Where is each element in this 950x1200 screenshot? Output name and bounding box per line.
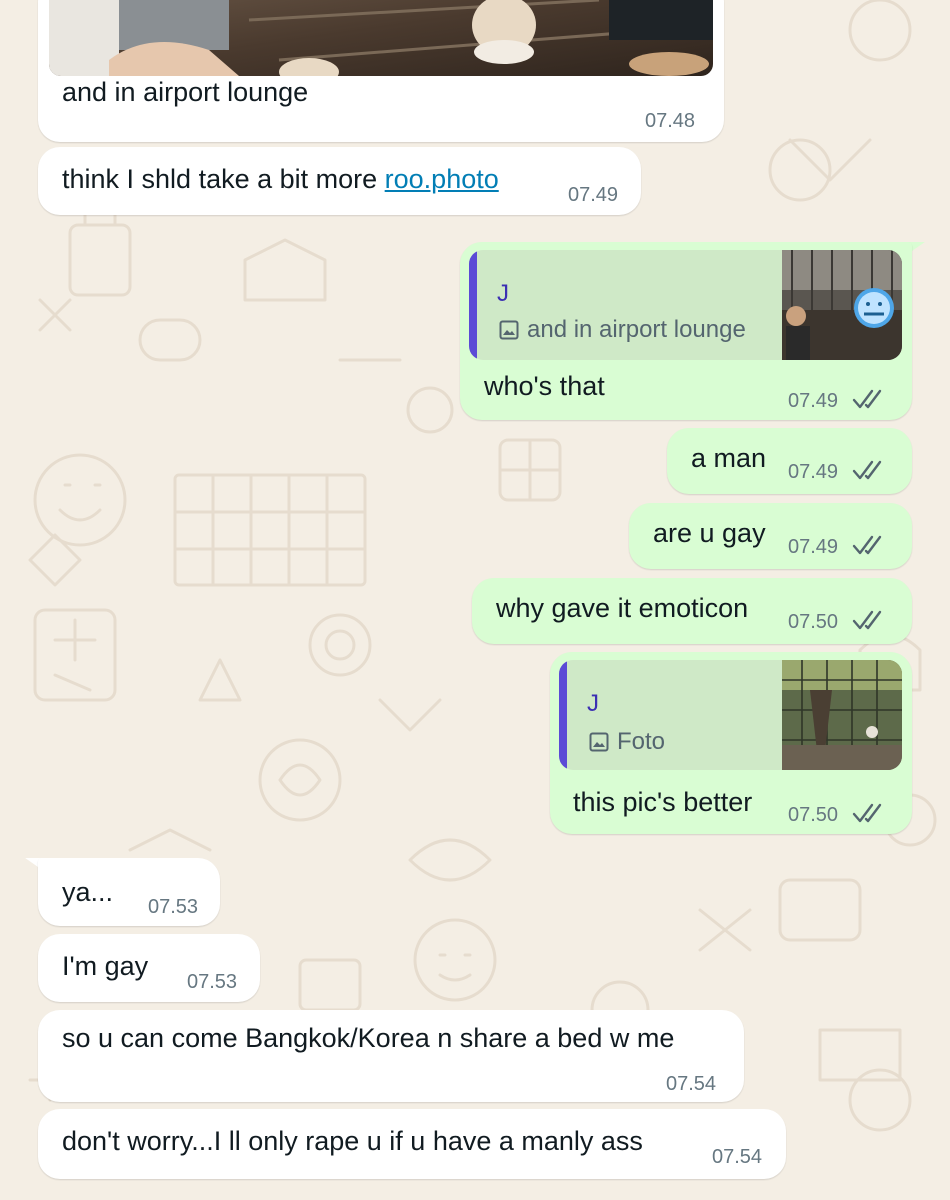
message-text: are u gay bbox=[653, 518, 766, 548]
message-bubble-incoming[interactable]: think I shld take a bit more roo.photo 0… bbox=[38, 147, 641, 215]
quoted-message[interactable]: J and in airport lounge bbox=[469, 250, 902, 360]
image-icon bbox=[589, 732, 609, 752]
message-text: think I shld take a bit more roo.photo bbox=[62, 163, 499, 195]
quote-author: J bbox=[587, 690, 599, 717]
message-text-part: think I shld take a bit more bbox=[62, 164, 385, 194]
message-time: 07.50 bbox=[788, 804, 839, 826]
message-bubble-incoming[interactable]: ya... 07.53 bbox=[38, 858, 220, 926]
double-check-icon bbox=[852, 460, 882, 480]
message-bubble-outgoing[interactable]: a man 07.49 bbox=[667, 428, 912, 494]
quote-thumbnail bbox=[782, 250, 902, 360]
quote-author: J bbox=[497, 280, 509, 307]
double-check-icon bbox=[852, 610, 882, 630]
message-text: I'm gay bbox=[62, 951, 149, 981]
message-text: don't worry...I ll only rape u if u have… bbox=[62, 1126, 643, 1156]
message-time: 07.49 bbox=[788, 390, 839, 412]
message-time: 07.49 bbox=[788, 536, 839, 558]
message-bubble-incoming-image[interactable]: and in airport lounge 07.48 bbox=[38, 0, 724, 142]
double-check-icon bbox=[852, 535, 882, 555]
message-time: 07.53 bbox=[187, 971, 238, 993]
message-text: a man bbox=[691, 443, 767, 473]
quote-thumbnail bbox=[782, 660, 902, 770]
quote-subtitle: Foto bbox=[589, 728, 665, 756]
message-text: ya... bbox=[62, 877, 114, 907]
message-time: 07.53 bbox=[148, 896, 199, 918]
quote-accent-bar bbox=[469, 250, 477, 360]
quote-subtitle-text: Foto bbox=[617, 728, 666, 755]
message-bubble-incoming[interactable]: don't worry...I ll only rape u if u have… bbox=[38, 1109, 786, 1179]
message-bubble-outgoing-reply[interactable]: J and in airport lounge who's that 07.49 bbox=[460, 242, 912, 420]
double-check-icon bbox=[852, 803, 882, 823]
message-time: 07.54 bbox=[666, 1073, 717, 1095]
quoted-message[interactable]: J Foto bbox=[559, 660, 902, 770]
message-time: 07.54 bbox=[712, 1146, 763, 1168]
shared-photo[interactable] bbox=[49, 0, 713, 76]
message-time: 07.48 bbox=[645, 110, 696, 132]
message-time: 07.49 bbox=[568, 184, 619, 206]
message-time: 07.49 bbox=[788, 461, 839, 483]
quote-accent-bar bbox=[559, 660, 567, 770]
message-text: why gave it emoticon bbox=[496, 593, 749, 623]
message-text: this pic's better bbox=[573, 787, 753, 817]
quote-subtitle-text: and in airport lounge bbox=[527, 316, 746, 343]
message-text: so u can come Bangkok/Korea n share a be… bbox=[62, 1023, 675, 1053]
message-text: and in airport lounge bbox=[62, 77, 309, 107]
quote-subtitle: and in airport lounge bbox=[499, 316, 746, 344]
message-bubble-outgoing[interactable]: why gave it emoticon 07.50 bbox=[472, 578, 912, 644]
double-check-icon bbox=[852, 389, 882, 409]
message-bubble-outgoing-reply[interactable]: J Foto this pic's better 07.50 bbox=[550, 652, 912, 834]
image-icon bbox=[499, 320, 519, 340]
message-bubble-incoming[interactable]: so u can come Bangkok/Korea n share a be… bbox=[38, 1010, 744, 1102]
message-time: 07.50 bbox=[788, 611, 839, 633]
message-bubble-outgoing[interactable]: are u gay 07.49 bbox=[629, 503, 912, 569]
message-link[interactable]: roo.photo bbox=[385, 164, 499, 194]
message-text: who's that bbox=[484, 371, 605, 401]
message-bubble-incoming[interactable]: I'm gay 07.53 bbox=[38, 934, 260, 1002]
